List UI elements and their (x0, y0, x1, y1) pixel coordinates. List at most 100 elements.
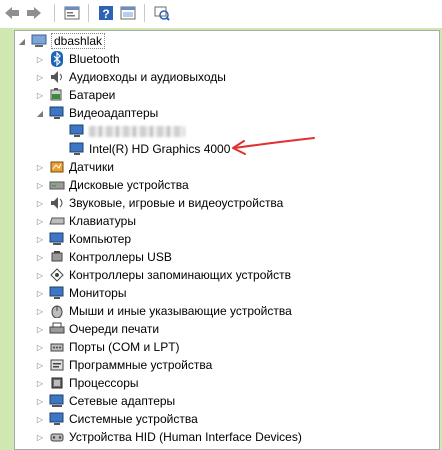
expand-icon[interactable]: ▷ (35, 54, 45, 64)
tree-item-audio-io[interactable]: ▷ Аудиовходы и аудиовыходы (35, 68, 439, 86)
system-device-icon (49, 411, 65, 427)
tree-item-storage-controllers[interactable]: ▷ Контроллеры запоминающих устройств (35, 266, 439, 284)
expand-icon[interactable]: ▷ (35, 162, 45, 172)
collapse-icon[interactable]: ◢ (35, 108, 45, 118)
tree-item-label: Звуковые, игровые и видеоустройства (69, 196, 284, 210)
display-adapter-icon (69, 141, 85, 157)
tree-item-computer[interactable]: ▷ Компьютер (35, 230, 439, 248)
tree-item-hid[interactable]: ▷ Устройства HID (Human Interface Device… (35, 428, 439, 446)
tree-item-keyboards[interactable]: ▷ Клавиатуры (35, 212, 439, 230)
expand-icon[interactable]: ▷ (35, 324, 45, 334)
expand-icon[interactable]: ▷ (35, 342, 45, 352)
expand-icon[interactable]: ▷ (35, 396, 45, 406)
expand-icon[interactable]: ▷ (35, 432, 45, 442)
tree-item-label: Порты (COM и LPT) (69, 340, 180, 354)
mouse-icon (49, 303, 65, 319)
forward-icon[interactable] (24, 3, 44, 23)
hid-icon (49, 429, 65, 445)
expand-icon[interactable]: ▷ (35, 414, 45, 424)
tree-item-label: Контроллеры запоминающих устройств (69, 268, 291, 282)
software-device-icon (49, 357, 65, 373)
speaker-icon (49, 69, 65, 85)
tree-item-label: Аудиовходы и аудиовыходы (69, 70, 226, 84)
tree-root[interactable]: ◢ dbashlak (17, 32, 437, 50)
storage-controller-icon (49, 267, 65, 283)
display-adapter-icon (49, 105, 65, 121)
expand-icon[interactable]: ▷ (35, 306, 45, 316)
expand-icon[interactable]: ▷ (35, 360, 45, 370)
tree-item-network-adapters[interactable]: ▷ Сетевые адаптеры (35, 392, 439, 410)
tree-item-label: Системные устройства (69, 412, 198, 426)
tree-item-display-adapters[interactable]: ◢ Видеоадаптеры (35, 104, 439, 122)
tree-item-label: Батареи (69, 88, 116, 102)
expand-icon[interactable]: ▷ (35, 252, 45, 262)
tree-item-sound-devices[interactable]: ▷ Звуковые, игровые и видеоустройства (35, 194, 439, 212)
properties-icon[interactable] (62, 3, 82, 23)
tree-item-batteries[interactable]: ▷ Батареи (35, 86, 439, 104)
tree-item-label: Сетевые адаптеры (69, 394, 176, 408)
tree-item-label: Датчики (69, 160, 114, 174)
printer-icon (49, 321, 65, 337)
expand-icon[interactable]: ▷ (35, 270, 45, 280)
monitor-icon (49, 285, 65, 301)
tree-item-label: Устройства HID (Human Interface Devices) (69, 430, 302, 444)
tree-item-monitors[interactable]: ▷ Мониторы (35, 284, 439, 302)
network-adapter-icon (49, 393, 65, 409)
toolbar: ? (0, 0, 442, 28)
battery-icon (49, 87, 65, 103)
toolbar-separator (144, 4, 145, 22)
back-icon[interactable] (2, 3, 22, 23)
port-icon (49, 339, 65, 355)
device-tree[interactable]: ◢ dbashlak ▷ Bluetooth ▷ Аудиовходы и ау… (14, 30, 440, 450)
tree-item-label: Bluetooth (69, 52, 120, 66)
collapse-icon[interactable]: ◢ (17, 36, 27, 46)
svg-text:?: ? (102, 7, 109, 21)
scan-hardware-icon[interactable] (152, 3, 172, 23)
tree-item-print-queues[interactable]: ▷ Очереди печати (35, 320, 439, 338)
bluetooth-icon (49, 51, 65, 67)
tree-item-label: Клавиатуры (69, 214, 136, 228)
sensor-icon (49, 159, 65, 175)
blurred-device-name (89, 125, 185, 137)
expand-icon[interactable]: ▷ (35, 288, 45, 298)
tree-item-mice[interactable]: ▷ Мыши и иные указывающие устройства (35, 302, 439, 320)
expand-icon[interactable]: ▷ (35, 198, 45, 208)
tree-item-label: Мыши и иные указывающие устройства (69, 304, 292, 318)
tree-item-label: Intel(R) HD Graphics 4000 (89, 142, 231, 156)
toolbar-separator (54, 4, 55, 22)
annotation-arrow (232, 137, 315, 155)
tree-item-label: Дисковые устройства (69, 178, 189, 192)
computer-root-icon (31, 33, 47, 49)
computer-icon (49, 231, 65, 247)
tree-item-bluetooth[interactable]: ▷ Bluetooth (35, 50, 439, 68)
usb-icon (49, 249, 65, 265)
tree-item-label: Мониторы (69, 286, 127, 300)
help-icon[interactable]: ? (96, 3, 116, 23)
sound-icon (49, 195, 65, 211)
expand-icon[interactable]: ▷ (35, 234, 45, 244)
processor-icon (49, 375, 65, 391)
show-hidden-icon[interactable] (118, 3, 138, 23)
expand-icon[interactable]: ▷ (35, 378, 45, 388)
tree-item-usb-controllers[interactable]: ▷ Контроллеры USB (35, 248, 439, 266)
expand-icon[interactable]: ▷ (35, 180, 45, 190)
tree-item-processors[interactable]: ▷ Процессоры (35, 374, 439, 392)
expand-icon[interactable]: ▷ (35, 216, 45, 226)
tree-item-label: Программные устройства (69, 358, 213, 372)
tree-item-label: Контроллеры USB (69, 250, 172, 264)
expand-icon[interactable]: ▷ (35, 90, 45, 100)
tree-item-disk-drives[interactable]: ▷ Дисковые устройства (35, 176, 439, 194)
tree-item-software-devices[interactable]: ▷ Программные устройства (35, 356, 439, 374)
tree-item-label: Процессоры (69, 376, 139, 390)
tree-item-system-devices[interactable]: ▷ Системные устройства (35, 410, 439, 428)
display-adapter-icon (69, 123, 85, 139)
tree-item-label: Видеоадаптеры (69, 106, 159, 120)
tree-item-ports[interactable]: ▷ Порты (COM и LPT) (35, 338, 439, 356)
disk-icon (49, 177, 65, 193)
toolbar-separator (88, 4, 89, 22)
root-label: dbashlak (51, 33, 106, 49)
tree-item-label: Компьютер (69, 232, 132, 246)
tree-item-label: Очереди печати (69, 322, 160, 336)
expand-icon[interactable]: ▷ (35, 72, 45, 82)
keyboard-icon (49, 213, 65, 229)
